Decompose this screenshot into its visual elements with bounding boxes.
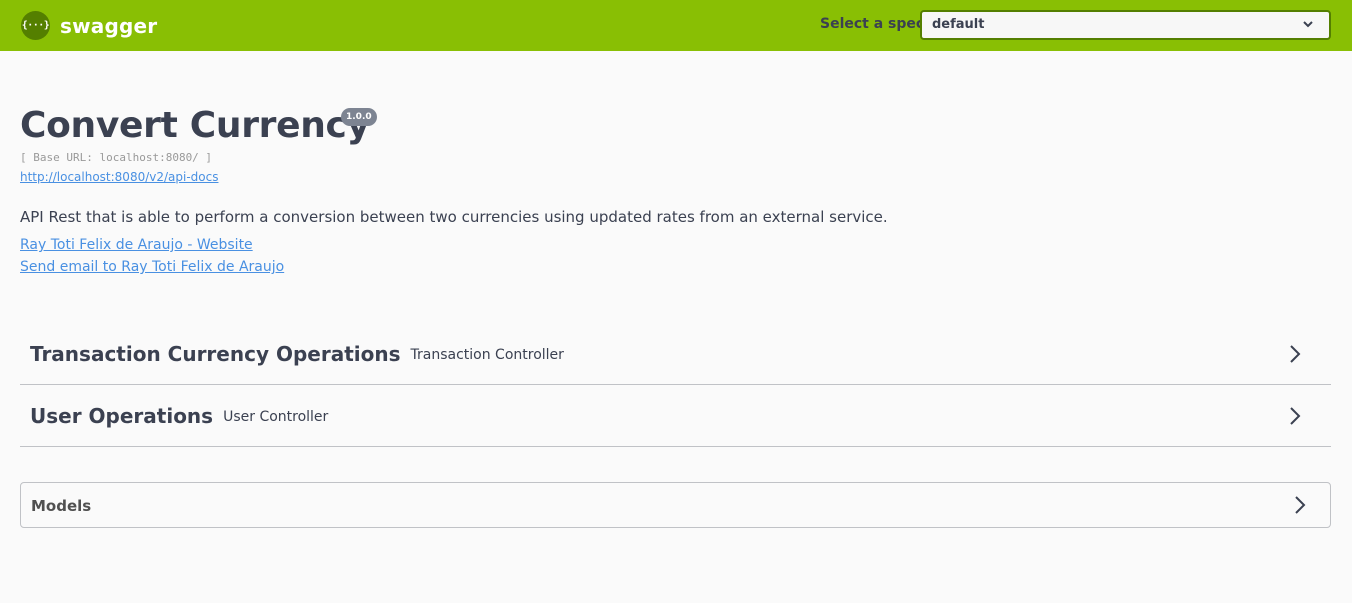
tag-section-transaction[interactable]: Transaction Currency Operations Transact… xyxy=(20,323,1331,385)
chevron-right-icon xyxy=(1290,407,1301,425)
models-section[interactable]: Models xyxy=(20,482,1331,528)
models-label: Models xyxy=(31,497,92,515)
page-title: Convert Currency xyxy=(20,105,370,146)
swagger-logo-icon: {···} xyxy=(21,11,50,40)
chevron-right-icon xyxy=(1295,496,1306,514)
tag-description: User Controller xyxy=(223,409,329,425)
version-badge: 1.0.0 xyxy=(341,108,377,126)
tag-description: Transaction Controller xyxy=(410,347,564,363)
tag-name: Transaction Currency Operations xyxy=(30,341,401,366)
api-docs-link[interactable]: http://localhost:8080/v2/api-docs xyxy=(20,170,218,184)
email-link[interactable]: Send email to Ray Toti Felix de Araujo xyxy=(20,259,284,275)
base-url: [ Base URL: localhost:8080/ ] xyxy=(20,151,213,164)
swagger-logo[interactable]: {···} swagger xyxy=(21,11,157,40)
topbar: {···} swagger Select a spec default xyxy=(0,0,1352,51)
api-description: API Rest that is able to perform a conve… xyxy=(20,208,888,226)
website-link[interactable]: Ray Toti Felix de Araujo - Website xyxy=(20,237,253,253)
tag-section-user[interactable]: User Operations User Controller xyxy=(20,385,1331,447)
spec-select-value: default xyxy=(932,17,985,32)
spec-select-label: Select a spec xyxy=(820,16,925,32)
spec-select[interactable]: default xyxy=(920,10,1331,40)
api-title-wrap: Convert Currency xyxy=(20,102,370,150)
tag-name: User Operations xyxy=(30,403,214,428)
chevron-right-icon xyxy=(1290,345,1301,363)
logo-text: swagger xyxy=(60,13,158,38)
chevron-down-icon xyxy=(1303,21,1313,28)
